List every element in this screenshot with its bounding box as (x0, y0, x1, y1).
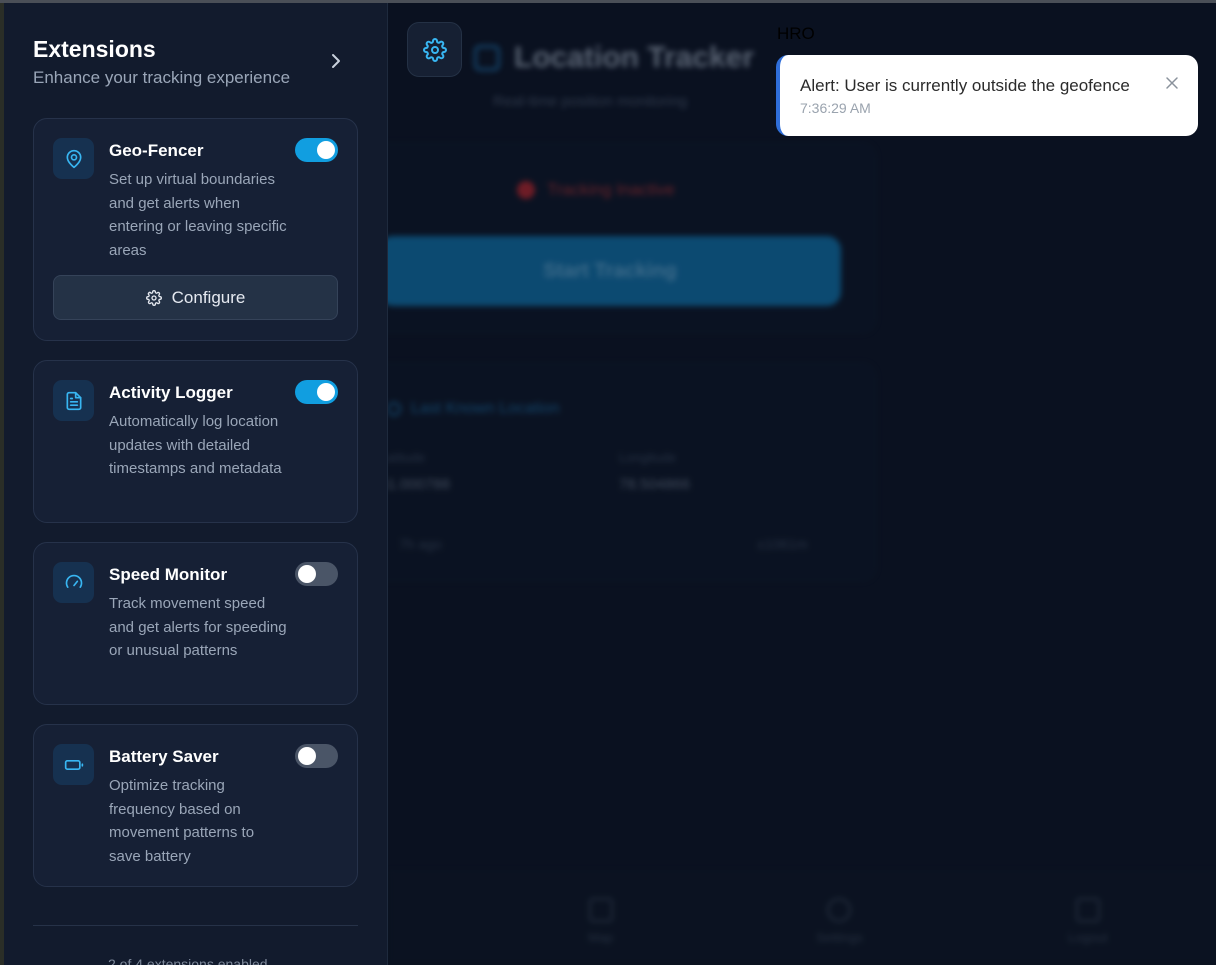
extension-description: Track movement speed and get alerts for … (109, 595, 287, 659)
map-icon (588, 898, 613, 922)
speed-monitor-toggle[interactable] (295, 562, 338, 586)
extension-name: Speed Monitor (109, 565, 228, 584)
background-blur-layer: Location Tracker Real-time position moni… (388, 3, 1216, 965)
extension-icon-box (53, 138, 94, 179)
nav-map[interactable]: Map (588, 898, 613, 945)
tracking-status-card: Tracking Inactive Start Tracking (388, 143, 876, 333)
top-border (0, 0, 1216, 3)
sidebar-subtitle: Enhance your tracking experience (33, 68, 291, 87)
extension-card-speed-monitor: Speed Monitor Track movement speed and g… (33, 542, 358, 705)
document-icon (66, 391, 81, 410)
longitude-label: Longitude (619, 450, 677, 465)
battery-icon (64, 759, 83, 770)
last-location-title: Last Known Location (388, 400, 560, 418)
app-title: Location Tracker (514, 41, 755, 74)
extension-name: Activity Logger (109, 383, 233, 402)
activity-logger-toggle[interactable] (295, 380, 338, 404)
hro-text: HRO (777, 24, 815, 43)
extensions-count: 2 of 4 extensions enabled (108, 956, 268, 965)
extension-icon-box (53, 562, 94, 603)
last-location-card: Last Known Location Latitude 51.000788 L… (388, 363, 876, 581)
nav-settings-label: Settings (816, 930, 863, 945)
configure-label: Configure (171, 287, 246, 307)
toggle-knob (298, 565, 316, 583)
speedometer-icon (65, 574, 82, 588)
app-logo-icon (474, 45, 500, 71)
bottom-nav: Map Settings Logout (388, 871, 1216, 965)
nav-settings[interactable]: Settings (816, 898, 863, 945)
extension-card-geo-fencer: Geo-Fencer Set up virtual boundaries and… (33, 118, 358, 341)
battery-saver-toggle[interactable] (295, 744, 338, 768)
background-app: Location Tracker Real-time position moni… (388, 3, 1216, 965)
start-tracking-button[interactable]: Start Tracking (388, 236, 841, 306)
status-text: Tracking Inactive (547, 180, 675, 199)
extension-name: Geo-Fencer (109, 141, 204, 160)
extension-icon-box (53, 380, 94, 421)
app-subtitle: Real-time position monitoring (493, 93, 688, 110)
latitude-value: 51.000788 (388, 476, 450, 493)
settings-icon (827, 898, 852, 922)
extension-name: Battery Saver (109, 747, 219, 766)
map-pin-icon (66, 149, 81, 168)
time-ago: 7h ago (399, 536, 442, 552)
toggle-knob (317, 141, 335, 159)
toggle-knob (298, 747, 316, 765)
start-tracking-label: Start Tracking (543, 259, 677, 282)
latitude-label: Latitude (388, 450, 426, 465)
logout-icon (1075, 898, 1100, 922)
app-title-row: Location Tracker (474, 41, 754, 75)
status-row: Tracking Inactive (517, 180, 675, 200)
left-edge-strip (0, 0, 4, 965)
geo-fencer-toggle[interactable] (295, 138, 338, 162)
nav-logout[interactable]: Logout (1068, 898, 1108, 945)
geofence-alert-toast: Alert: User is currently outside the geo… (776, 55, 1198, 136)
accuracy: ±1061m (757, 536, 808, 552)
nav-logout-label: Logout (1068, 930, 1108, 945)
extension-icon-box (53, 744, 94, 785)
chevron-right-icon[interactable] (326, 51, 346, 71)
sidebar-title: Extensions (33, 36, 156, 62)
gear-icon (422, 37, 447, 62)
gear-icon (145, 289, 162, 306)
configure-button[interactable]: Configure (53, 275, 338, 320)
extension-description: Automatically log location updates with … (109, 413, 282, 477)
extension-card-activity-logger: Activity Logger Automatically log locati… (33, 360, 358, 523)
close-icon[interactable] (1164, 75, 1180, 91)
toggle-knob (317, 383, 335, 401)
last-location-title-text: Last Known Location (411, 400, 560, 417)
extension-description: Optimize tracking frequency based on mov… (109, 777, 255, 865)
longitude-value: 78.504866 (619, 476, 690, 493)
extensions-sidebar: Extensions Enhance your tracking experie… (4, 3, 388, 965)
status-dot-icon (517, 181, 535, 199)
extensions-settings-button[interactable] (407, 22, 462, 77)
extension-card-battery-saver: Battery Saver Optimize tracking frequenc… (33, 724, 358, 887)
nav-map-label: Map (588, 930, 614, 945)
location-pin-icon (388, 402, 401, 416)
extension-description: Set up virtual boundaries and get alerts… (109, 171, 287, 259)
sidebar-divider (33, 925, 358, 926)
toast-message: Alert: User is currently outside the geo… (800, 76, 1130, 95)
toast-time: 7:36:29 AM (800, 100, 871, 116)
